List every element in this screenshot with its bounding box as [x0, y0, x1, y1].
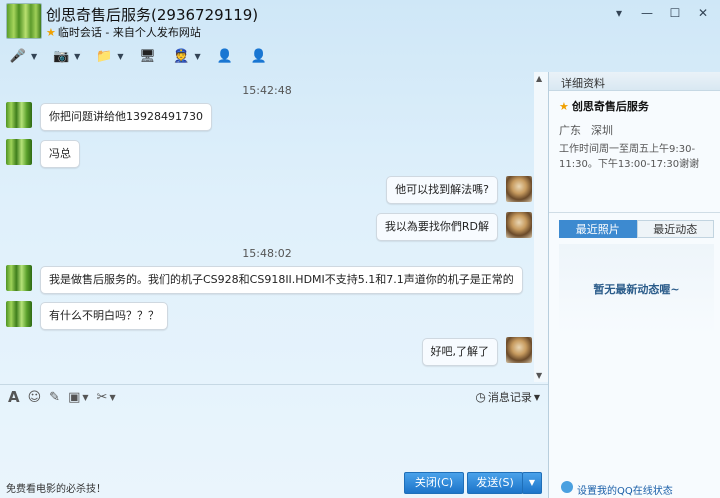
contact-avatar[interactable]	[6, 265, 32, 291]
app-button[interactable]: 👮 ▼	[171, 46, 200, 66]
province: 广东	[559, 124, 581, 137]
chat-toolbar: 🎤 ▼ 📷 ▼ 📁 ▼ 🖥 👮 ▼ 👤 👤	[0, 42, 548, 70]
empty-news-message: 暂无最新动态喔~	[559, 244, 714, 334]
police-icon: 👮	[173, 48, 190, 64]
chat-window: 创思奇售后服务(2936729119) ★ 临时会话 - 来自个人发布网站 ▾ —…	[0, 0, 720, 498]
scroll-down-icon[interactable]: ▼	[536, 371, 542, 380]
chevron-down-icon[interactable]: ▼	[74, 52, 80, 61]
close-button[interactable]: 关闭(C)	[404, 472, 464, 494]
input-toolbar: A ☺ ✎ ▣ ▼ ✂ ▼ ◷ 消息记录 ▼	[0, 384, 548, 409]
scissors-icon[interactable]: ✂ ▼	[97, 390, 116, 405]
message-bubble: 我以為要找你們RD解	[375, 213, 498, 241]
chat-scrollbar[interactable]: ▲ ▼	[534, 72, 548, 382]
city: 深圳	[591, 124, 613, 137]
folder-icon: 📁	[96, 48, 113, 64]
contact-avatar[interactable]	[6, 301, 32, 327]
divider	[549, 212, 720, 213]
bottom-bar: 免费看电影的必杀技！ 关闭(C) 发送(S) ▼	[0, 468, 548, 498]
add-user-button[interactable]: 👤	[249, 46, 269, 66]
close-icon[interactable]: ✕	[696, 6, 710, 20]
message-history-button[interactable]: ◷ 消息记录 ▼	[475, 389, 540, 405]
window-controls: ▾ — ☐ ✕	[612, 6, 710, 20]
contact-avatar[interactable]	[6, 102, 32, 128]
timestamp: 15:48:02	[242, 247, 292, 260]
panel-header-label: 详细资料	[561, 77, 605, 90]
online-status-label: 设置我的QQ在线状态	[577, 486, 673, 497]
chevron-down-icon[interactable]: ▼	[31, 52, 37, 61]
contact-name: ★ 创思奇售后服务	[559, 98, 649, 114]
profile-panel: 详细资料 ★ 创思奇售后服务 广东 深圳 工作时间周一至周五上午9:30-11:30…	[549, 72, 720, 498]
my-avatar[interactable]	[506, 176, 532, 202]
window-title: 创思奇售后服务(2936729119)	[46, 6, 259, 24]
message-bubble: 你把问题讲给他13928491730	[40, 103, 212, 131]
font-icon[interactable]: A	[8, 388, 20, 406]
tab-recent-photos[interactable]: 最近照片	[559, 220, 637, 238]
maximize-icon[interactable]: ☐	[668, 6, 682, 20]
message-bubble: 有什么不明白吗？？？	[40, 302, 168, 330]
emoji-icon[interactable]: ☺	[28, 390, 42, 405]
message-input[interactable]	[0, 409, 548, 469]
remote-desktop-button[interactable]: 🖥	[137, 46, 157, 66]
chevron-down-icon[interactable]: ▼	[534, 393, 540, 402]
microphone-icon: 🎤	[9, 48, 27, 64]
send-file-button[interactable]: 📁 ▼	[94, 46, 123, 66]
user-add-icon: 👤	[250, 48, 267, 64]
timestamp: 15:42:48	[242, 84, 292, 97]
edit-icon[interactable]: ✎	[49, 390, 60, 405]
panel-header: 详细资料	[549, 72, 720, 91]
remove-user-button[interactable]: 👤	[215, 46, 235, 66]
send-options-button[interactable]: ▼	[522, 472, 542, 494]
chevron-down-icon[interactable]: ▼	[117, 52, 123, 61]
scroll-up-icon[interactable]: ▲	[536, 74, 542, 83]
star-icon: ★	[46, 26, 56, 39]
promo-link[interactable]: 免费看电影的必杀技！	[6, 480, 106, 495]
my-avatar[interactable]	[506, 337, 532, 363]
user-remove-icon: 👤	[216, 48, 233, 64]
history-label: 消息记录	[487, 391, 532, 404]
qq-icon	[561, 481, 573, 493]
work-hours: 工作时间周一至周五上午9:30-11:30。下午13:00-17:30谢谢	[559, 144, 700, 170]
message-bubble: 我是做售后服务的。我们的机子CS928和CS918II.HDMI不支持5.1和7…	[40, 266, 523, 294]
contact-location: 广东 深圳	[559, 122, 623, 138]
send-button[interactable]: 发送(S)	[467, 472, 523, 494]
image-icon[interactable]: ▣ ▼	[68, 390, 88, 405]
tab-recent-news[interactable]: 最近动态	[636, 220, 714, 238]
contact-avatar[interactable]	[6, 139, 32, 165]
online-status-link[interactable]: 设置我的QQ在线状态	[561, 481, 673, 497]
window-subtitle: ★ 临时会话 - 来自个人发布网站	[46, 24, 201, 40]
message-bubble: 冯总	[40, 140, 80, 168]
video-button[interactable]: 📷 ▼	[51, 46, 80, 66]
screen-icon: 🖥	[139, 48, 156, 64]
minimize-icon[interactable]: —	[640, 6, 654, 20]
message-bubble: 好吧,了解了	[421, 338, 498, 366]
dropdown-icon[interactable]: ▾	[612, 6, 626, 20]
chevron-down-icon[interactable]: ▼	[82, 393, 88, 402]
chevron-down-icon[interactable]: ▼	[109, 393, 115, 402]
my-avatar[interactable]	[506, 212, 532, 238]
camera-icon: 📷	[53, 48, 70, 64]
panel-tabs: 最近照片 最近动态	[559, 220, 714, 238]
contact-name-text: 创思奇售后服务	[571, 100, 649, 113]
voice-button[interactable]: 🎤 ▼	[8, 46, 37, 66]
message-bubble: 他可以找到解法嗎?	[386, 176, 498, 204]
contact-avatar[interactable]	[6, 3, 42, 39]
clock-icon: ◷	[475, 390, 486, 404]
subtitle-text: 临时会话 - 来自个人发布网站	[57, 26, 201, 39]
chevron-down-icon[interactable]: ▼	[194, 52, 200, 61]
message-list[interactable]: 15:42:48 你把问题讲给他13928491730 冯总 他可以找到解法嗎?…	[0, 72, 534, 382]
star-icon: ★	[559, 100, 569, 113]
title-bar: 创思奇售后服务(2936729119) ★ 临时会话 - 来自个人发布网站 ▾ —…	[0, 0, 720, 40]
